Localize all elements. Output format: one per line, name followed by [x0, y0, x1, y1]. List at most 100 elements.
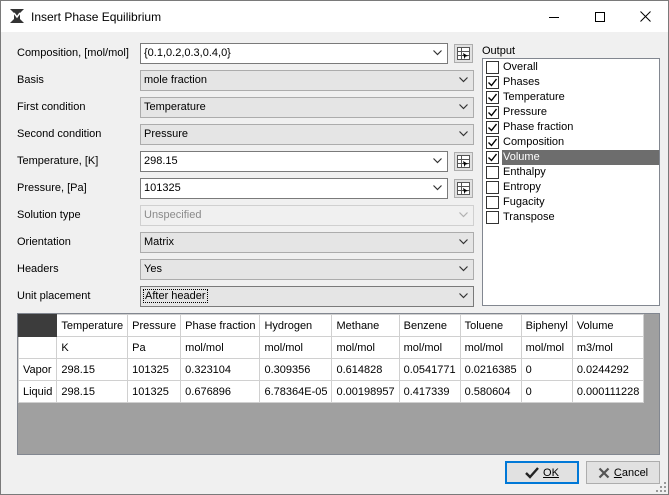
composition-combo[interactable]: {0.1,0.2,0.3,0.4,0} [140, 43, 448, 64]
unit-cell: m3/mol [571, 336, 645, 359]
chevron-down-icon [459, 212, 468, 218]
output-checkbox[interactable] [486, 181, 499, 194]
phase-row-header: Liquid [17, 380, 58, 403]
ok-button[interactable]: OK [505, 461, 579, 484]
window-title: Insert Phase Equilibrium [31, 10, 162, 24]
title-bar: Insert Phase Equilibrium [1, 1, 668, 32]
table-cell: 101325 [127, 358, 182, 381]
chevron-down-icon [459, 266, 468, 272]
table-cell: 0.417339 [398, 380, 461, 403]
output-item-label: Enthalpy [503, 166, 546, 178]
second-condition-combo[interactable]: Pressure [140, 124, 474, 145]
table-cell: 0.0244292 [571, 358, 645, 381]
maximize-icon [595, 11, 605, 22]
unit-placement-combo[interactable]: After header [140, 286, 474, 307]
temperature-label: Temperature, [K] [17, 155, 99, 167]
table-cell: 0.614828 [331, 358, 400, 381]
output-checkbox[interactable] [486, 121, 499, 134]
table-header-row: Temperature Pressure Phase fraction Hydroge… [17, 314, 645, 337]
ok-label: OK [543, 466, 559, 479]
column-header: Volume [571, 314, 645, 337]
maximize-button[interactable] [577, 1, 623, 32]
output-checkbox[interactable] [486, 151, 499, 164]
column-header: Methane [331, 314, 400, 337]
cancel-label: Cancel [613, 466, 649, 479]
table-cell: 0.323104 [180, 358, 261, 381]
table-cell: 0 [520, 380, 573, 403]
output-item[interactable]: Fugacity [484, 195, 659, 210]
temperature-value: 298.15 [144, 155, 178, 167]
preview-table: Temperature Pressure Phase fraction Hydroge… [17, 314, 645, 403]
pressure-combo[interactable]: 101325 [140, 178, 448, 199]
output-checkbox[interactable] [486, 211, 499, 224]
output-checklist[interactable]: Overall Phases Temperature Pressure Phase fr… [482, 58, 660, 306]
output-checkbox[interactable] [486, 196, 499, 209]
headers-combo[interactable]: Yes [140, 259, 474, 280]
first-condition-label: First condition [17, 101, 86, 113]
temperature-picker-button[interactable] [454, 152, 473, 171]
chevron-down-icon [459, 77, 468, 83]
close-button[interactable] [622, 1, 668, 32]
column-header: Toluene [459, 314, 522, 337]
table-cell: 0.580604 [459, 380, 522, 403]
output-item[interactable]: Phase fraction [484, 120, 659, 135]
orientation-value: Matrix [144, 236, 174, 248]
orientation-combo[interactable]: Matrix [140, 232, 474, 253]
range-select-icon [457, 182, 470, 195]
basis-label: Basis [17, 74, 44, 86]
minimize-icon [549, 16, 559, 18]
checkmark-icon [488, 108, 497, 117]
output-item[interactable]: Composition [484, 135, 659, 150]
table-cell: 0.676896 [180, 380, 261, 403]
composition-value: {0.1,0.2,0.3,0.4,0} [144, 47, 231, 59]
table-cell: 6.78364E-05 [259, 380, 333, 403]
chevron-down-icon [459, 293, 468, 299]
table-cell: 0.000111228 [571, 380, 645, 403]
output-item[interactable]: Transpose [484, 210, 659, 225]
output-item[interactable]: Pressure [484, 105, 659, 120]
output-label: Output [482, 45, 516, 57]
output-checkbox[interactable] [486, 166, 499, 179]
first-condition-combo[interactable]: Temperature [140, 97, 474, 118]
chevron-down-icon [433, 50, 442, 56]
output-checkbox[interactable] [486, 61, 499, 74]
table-cell: 101325 [127, 380, 182, 403]
chevron-down-icon [433, 158, 442, 164]
column-header: Pressure [127, 314, 182, 337]
cancel-button[interactable]: Cancel [586, 461, 660, 484]
output-checkbox[interactable] [486, 91, 499, 104]
output-checkbox[interactable] [486, 106, 499, 119]
cancel-x-icon [598, 467, 610, 478]
output-item[interactable]: Entropy [484, 180, 659, 195]
table-cell: 298.15 [56, 358, 129, 381]
unit-cell: mol/mol [180, 336, 261, 359]
column-header: Hydrogen [259, 314, 333, 337]
output-item[interactable]: Temperature [484, 90, 659, 105]
minimize-button[interactable] [531, 1, 577, 32]
pressure-value: 101325 [144, 182, 181, 194]
output-item[interactable]: Enthalpy [484, 165, 659, 180]
unit-cell: mol/mol [398, 336, 461, 359]
pressure-label: Pressure, [Pa] [17, 182, 87, 194]
preview-grid[interactable]: Temperature Pressure Phase fraction Hydroge… [17, 313, 660, 455]
resize-grip-icon[interactable] [656, 482, 666, 492]
output-item[interactable]: Phases [484, 75, 659, 90]
composition-picker-button[interactable] [454, 44, 473, 63]
output-item[interactable]: Overall [484, 60, 659, 75]
temperature-combo[interactable]: 298.15 [140, 151, 448, 172]
column-header: Temperature [56, 314, 129, 337]
output-item-label: Transpose [503, 211, 555, 223]
output-item[interactable]: Volume [484, 150, 659, 165]
output-item-label: Phases [503, 76, 540, 88]
column-header: Biphenyl [520, 314, 573, 337]
output-item-label: Overall [503, 61, 538, 73]
output-item-label: Volume [502, 150, 659, 165]
first-condition-value: Temperature [144, 101, 206, 113]
basis-combo[interactable]: mole fraction [140, 70, 474, 91]
output-checkbox[interactable] [486, 136, 499, 149]
output-item-label: Pressure [503, 106, 548, 118]
unit-cell: mol/mol [259, 336, 333, 359]
pressure-picker-button[interactable] [454, 179, 473, 198]
output-checkbox[interactable] [486, 76, 499, 89]
checkmark-icon [488, 78, 497, 87]
